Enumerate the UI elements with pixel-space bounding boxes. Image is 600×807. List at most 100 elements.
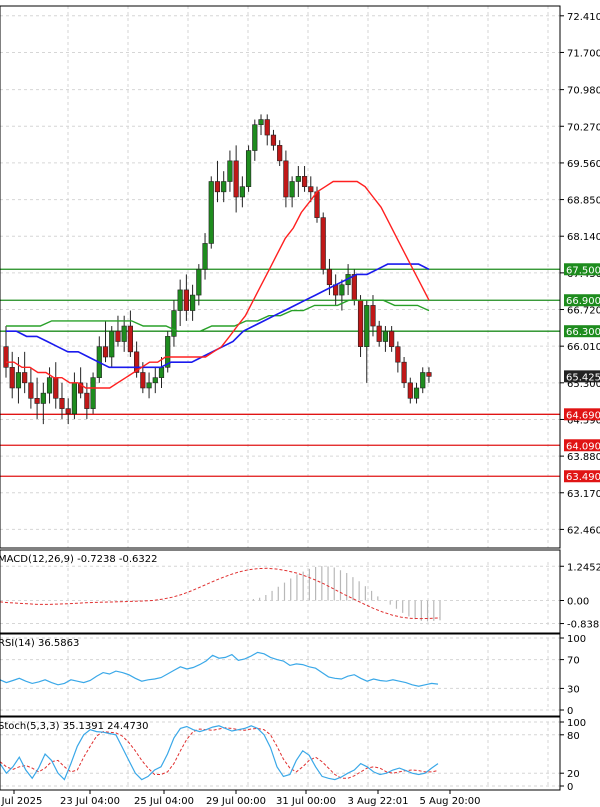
candle-body bbox=[277, 145, 283, 162]
candle-body bbox=[40, 392, 46, 404]
candle-body bbox=[71, 382, 78, 415]
candle-body bbox=[177, 289, 183, 311]
candle-body bbox=[289, 181, 295, 198]
price-tick-label: 68.850 bbox=[567, 196, 600, 207]
price-tick-label: 72.410 bbox=[567, 12, 600, 23]
candle-body bbox=[46, 377, 53, 394]
time-tick-label: 25 Jul 04:00 bbox=[134, 796, 194, 807]
candle-body bbox=[158, 367, 165, 378]
level-tag-label: 64.690 bbox=[566, 410, 600, 421]
rsi-label: RSI(14) 36.5863 bbox=[0, 638, 79, 649]
price-tick-label: 66.010 bbox=[567, 342, 600, 353]
candle-body bbox=[326, 268, 333, 286]
candle-body bbox=[127, 325, 134, 353]
stoch-label: Stoch(5,3,3) 35.1391 24.4730 bbox=[0, 721, 149, 732]
macd-tick-label: 1.2452 bbox=[567, 562, 600, 573]
candle-body bbox=[115, 330, 121, 342]
candle-body bbox=[252, 124, 258, 151]
candle-body bbox=[171, 310, 177, 337]
candle-body bbox=[233, 160, 239, 198]
macd-tick-label: -0.8383 bbox=[567, 620, 600, 631]
candle-body bbox=[245, 150, 252, 187]
candle-body bbox=[202, 243, 208, 270]
candle-body bbox=[109, 330, 115, 358]
candle-body bbox=[357, 299, 364, 347]
candle-body bbox=[146, 382, 152, 389]
candle-body bbox=[258, 119, 264, 126]
price-tick-label: 63.170 bbox=[567, 489, 600, 500]
rsi-tick-label: 100 bbox=[567, 634, 586, 645]
time-tick-label: 31 Jul 00:00 bbox=[276, 796, 336, 807]
candle-body bbox=[401, 361, 407, 384]
candle-body bbox=[413, 387, 420, 399]
candle-body bbox=[53, 377, 59, 399]
candle-body bbox=[183, 289, 189, 311]
price-tick-label: 63.880 bbox=[567, 452, 600, 463]
candle-body bbox=[190, 294, 196, 311]
candle-body bbox=[426, 372, 432, 377]
candle-body bbox=[102, 346, 109, 358]
candle-body bbox=[370, 305, 376, 327]
candle-body bbox=[339, 284, 345, 296]
candle-body bbox=[351, 274, 357, 301]
candle-body bbox=[283, 160, 289, 198]
candle-body bbox=[3, 346, 9, 368]
candle-body bbox=[239, 186, 245, 198]
stoch-tick-label: 0 bbox=[567, 782, 573, 793]
price-tick-label: 70.980 bbox=[567, 86, 600, 97]
rsi-tick-label: 30 bbox=[567, 684, 580, 695]
candle-body bbox=[395, 346, 401, 363]
candle-body bbox=[389, 330, 395, 347]
candle-body bbox=[84, 392, 90, 409]
level-tag-label: 66.900 bbox=[566, 296, 600, 307]
candle-body bbox=[90, 377, 96, 409]
time-tick-label: 21 Jul 2025 bbox=[0, 796, 42, 807]
time-tick-label: 23 Jul 04:00 bbox=[60, 796, 120, 807]
candle-body bbox=[320, 217, 326, 270]
stoch-tick-label: 20 bbox=[567, 769, 580, 780]
candle-body bbox=[59, 398, 65, 409]
price-tick-label: 71.700 bbox=[567, 48, 600, 59]
macd-label: MACD(12,26,9) -0.7238 -0.6322 bbox=[0, 554, 158, 565]
candle-body bbox=[22, 372, 28, 384]
time-tick-label: 5 Aug 20:00 bbox=[419, 796, 480, 807]
candle-body bbox=[270, 134, 277, 146]
candle-body bbox=[376, 325, 382, 342]
candle-body bbox=[314, 191, 320, 218]
candle-body bbox=[140, 372, 146, 389]
time-tick-label: 3 Aug 22:01 bbox=[347, 796, 408, 807]
candle-body bbox=[407, 382, 413, 399]
candle-body bbox=[121, 325, 127, 342]
candle-body bbox=[221, 181, 227, 193]
price-tick-label: 62.460 bbox=[567, 525, 600, 536]
candle-body bbox=[196, 268, 202, 296]
candle-body bbox=[308, 186, 314, 193]
current-price-label: 65.425 bbox=[566, 372, 600, 383]
candle-body bbox=[9, 367, 15, 389]
candle-body bbox=[15, 372, 22, 389]
candle-body bbox=[364, 305, 370, 347]
candle-body bbox=[208, 181, 214, 244]
stoch-tick-label: 100 bbox=[567, 718, 586, 729]
macd-tick-label: 0.00 bbox=[567, 597, 589, 608]
level-tag-label: 63.490 bbox=[566, 472, 600, 483]
price-tick-label: 70.270 bbox=[567, 122, 600, 133]
rsi-tick-label: 70 bbox=[567, 656, 580, 667]
level-tag-label: 66.300 bbox=[566, 327, 600, 338]
candle-body bbox=[34, 398, 40, 404]
candle-body bbox=[28, 382, 34, 399]
candle-body bbox=[214, 181, 221, 193]
price-tick-label: 68.140 bbox=[567, 232, 600, 243]
candle-body bbox=[152, 377, 158, 384]
time-tick-label: 29 Jul 00:00 bbox=[206, 796, 266, 807]
chart-canvas: 72.410 71.700 70.980 70.270 69.560 68.850 68.1… bbox=[0, 0, 600, 807]
candle-body bbox=[295, 176, 301, 182]
price-tick-label: 69.560 bbox=[567, 159, 600, 170]
level-tag-label: 64.090 bbox=[566, 441, 600, 452]
stoch-tick-label: 80 bbox=[567, 731, 580, 742]
candle-body bbox=[301, 176, 308, 187]
level-labels: 67.500 66.900 66.300 64.690 64.090 63.490 65.4… bbox=[564, 263, 600, 483]
rsi-tick-label: 0 bbox=[567, 706, 573, 717]
candle-body bbox=[382, 330, 389, 342]
candle-body bbox=[65, 408, 71, 415]
